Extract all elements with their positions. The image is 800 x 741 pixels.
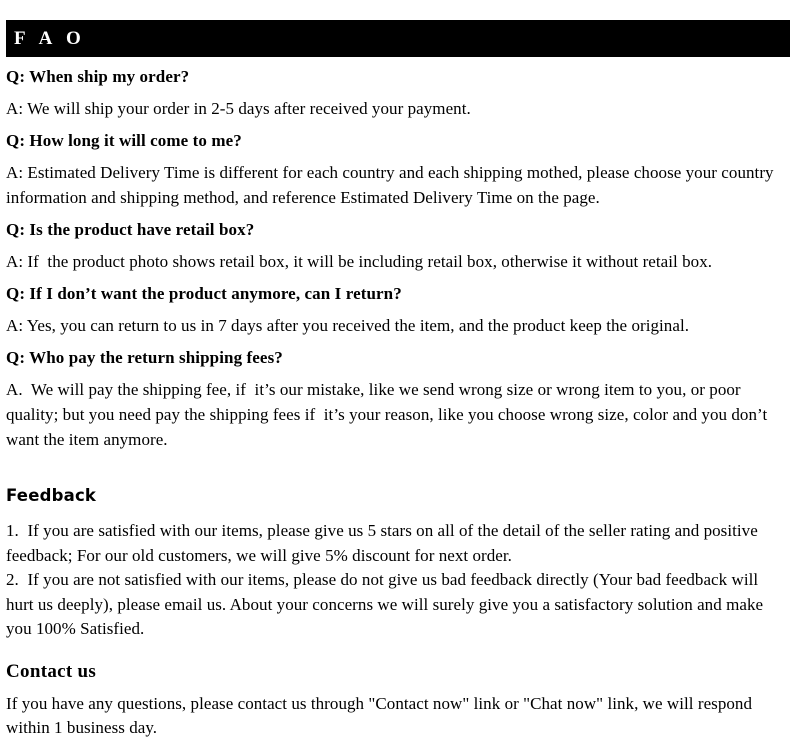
contact-spacer [6, 642, 788, 660]
feedback-heading: Feedback [6, 486, 97, 505]
faq-item: Q: Who pay the return shipping fees? A. … [6, 347, 788, 452]
contact-paragraph: If you have any questions, please contac… [6, 693, 757, 738]
faq-answer: A: We will ship your order in 2-5 days a… [6, 99, 471, 118]
faq-header-title: F A O [14, 28, 86, 49]
contact-heading: Contact us [6, 660, 97, 682]
section-divider-spacer [6, 461, 788, 485]
faq-answer: A: Yes, you can return to us in 7 days a… [6, 316, 690, 335]
faq-answer: A. We will pay the shipping fee, if it’s… [6, 380, 772, 449]
faq-page: F A O Q: When ship my order? A: We will … [0, 0, 800, 737]
feedback-section: Feedback 1. If you are satisfied with ou… [6, 485, 788, 642]
faq-content: Q: When ship my order? A: We will ship y… [6, 66, 788, 741]
faq-header-bar: F A O [6, 20, 790, 57]
contact-section: Contact us If you have any questions, pl… [6, 660, 788, 741]
faq-question: Q: If I don’t want the product anymore, … [6, 284, 402, 303]
faq-answer: A: If the product photo shows retail box… [6, 252, 713, 271]
faq-item: Q: Is the product have retail box? A: If… [6, 219, 788, 274]
faq-answer: A: Estimated Delivery Time is different … [6, 163, 778, 207]
feedback-paragraph: 1. If you are satisfied with our items, … [6, 521, 764, 638]
faq-question: Q: Who pay the return shipping fees? [6, 348, 283, 367]
faq-item: Q: If I don’t want the product anymore, … [6, 283, 788, 338]
faq-question: Q: When ship my order? [6, 67, 190, 86]
faq-question: Q: How long it will come to me? [6, 131, 242, 150]
faq-item: Q: How long it will come to me? A: Estim… [6, 130, 788, 210]
faq-question: Q: Is the product have retail box? [6, 220, 255, 239]
faq-item: Q: When ship my order? A: We will ship y… [6, 66, 788, 121]
